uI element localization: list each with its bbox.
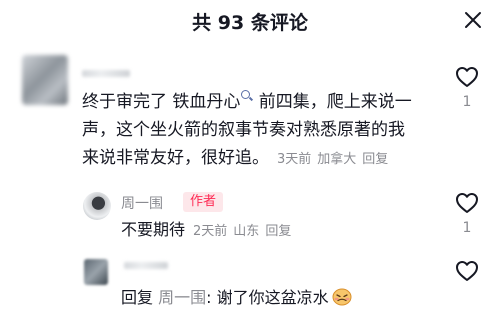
- close-button[interactable]: [460, 7, 486, 33]
- heart-outline-icon: [456, 193, 478, 213]
- comment-text: 不要期待: [121, 220, 186, 239]
- mention-text: 铁血丹心: [172, 92, 241, 112]
- comment-text-line: 声，这个坐火箭的叙事节奏对熟悉原著的我: [82, 120, 405, 140]
- comment-text-line: 终于审完了 铁血丹心 前四集，爬上来说一: [82, 88, 412, 116]
- comment-text-line: 回复 周一围: 谢了你这盆凉水: [121, 284, 352, 312]
- comment-text: : 谢了你这盆凉水: [206, 288, 329, 307]
- like-button[interactable]: [453, 260, 481, 282]
- like-button[interactable]: 1: [453, 66, 481, 110]
- search-icon: [241, 90, 251, 99]
- heart-outline-icon: [456, 67, 478, 87]
- username-blurred[interactable]: [124, 262, 168, 269]
- comment-meta: 2天前 山东 回复: [193, 224, 297, 239]
- comment-text: 来说非常友好，很好追。: [82, 148, 269, 168]
- comment-text: 终于审完了: [82, 92, 173, 112]
- comment-count-title: 共 93 条评论: [192, 12, 308, 34]
- username[interactable]: 周一围: [121, 193, 163, 213]
- close-icon: [465, 12, 481, 28]
- author-badge: 作者: [183, 192, 224, 212]
- username-blurred[interactable]: [82, 70, 130, 77]
- comment-text: 前四集，爬上来说一: [253, 92, 412, 112]
- comment-text-line: 不要期待 2天前 山东 回复: [121, 216, 297, 246]
- reply-prefix: 回复: [121, 288, 159, 307]
- avatar[interactable]: [83, 192, 111, 220]
- comment-time: 3天前: [277, 152, 312, 167]
- reply-button[interactable]: 回复: [362, 152, 388, 167]
- comment-time: 2天前: [193, 224, 228, 239]
- avatar[interactable]: [22, 55, 68, 105]
- reply-button[interactable]: 回复: [265, 224, 291, 239]
- comment-location: 加拿大: [317, 152, 357, 167]
- like-count: 1: [462, 94, 472, 110]
- reply-target-username[interactable]: 周一围: [158, 288, 206, 307]
- heart-outline-icon: [456, 261, 478, 281]
- like-count: 1: [462, 220, 472, 236]
- comments-header: 共 93 条评论: [0, 0, 500, 42]
- search-mention-link[interactable]: 铁血丹心: [172, 90, 253, 112]
- embarrassed-emoji-icon: [332, 288, 352, 306]
- like-button[interactable]: 1: [453, 192, 481, 236]
- avatar[interactable]: [84, 259, 108, 285]
- comment-meta: 3天前 加拿大 回复: [277, 152, 394, 167]
- comment-text-line: 来说非常友好，很好追。 3天前 加拿大 回复: [82, 144, 394, 174]
- comment-location: 山东: [233, 224, 260, 239]
